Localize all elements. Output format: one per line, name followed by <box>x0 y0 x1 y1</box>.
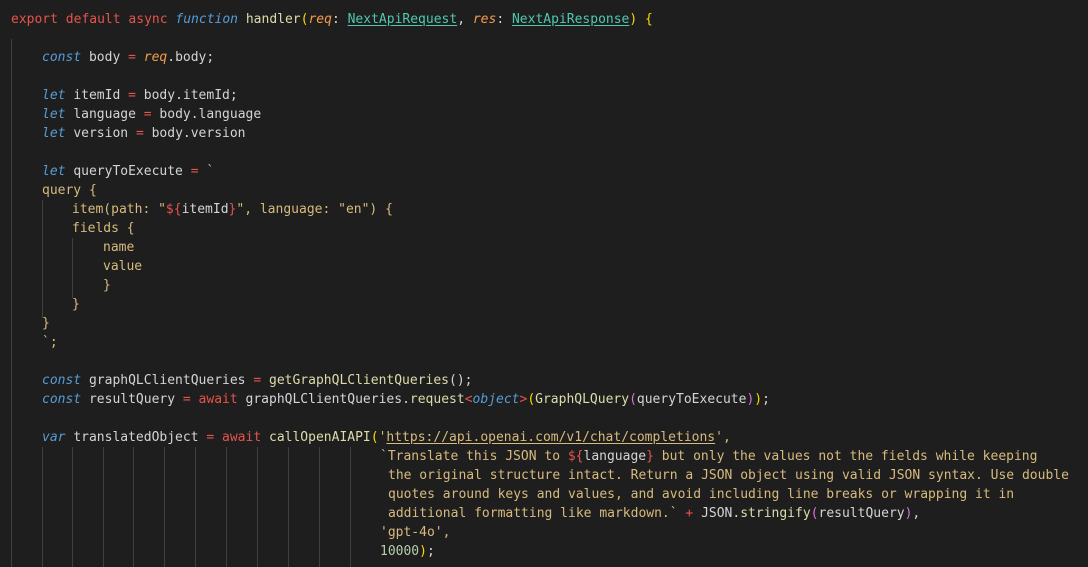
indent-guide <box>288 447 289 567</box>
indent-guide <box>257 447 258 567</box>
variable-body: body <box>88 50 121 65</box>
variable-querytoexecute: queryToExecute <box>73 164 183 179</box>
indent-guide <box>42 447 43 567</box>
type-request: NextApiRequest <box>347 12 458 27</box>
param-req-ref: req <box>143 50 168 65</box>
method-request: request <box>409 392 465 407</box>
code-line-20[interactable]: const graphQLClientQueries = getGraphQLC… <box>42 371 473 390</box>
code-line-11[interactable]: item(path: "${itemId}", language: "en") … <box>72 200 393 219</box>
code-line-28[interactable]: 'gpt-4o', <box>380 523 450 542</box>
code-line-18[interactable]: `; <box>42 333 58 352</box>
type-response: NextApiResponse <box>511 12 630 27</box>
variable-translatedobject: translatedObject <box>73 430 199 445</box>
expression: body.language <box>159 107 262 122</box>
keyword-const: const <box>42 373 82 388</box>
function-graphqlquery: GraphQLQuery <box>535 392 630 407</box>
code-line-15[interactable]: } <box>103 276 111 295</box>
code-line-14[interactable]: value <box>103 257 142 276</box>
keyword-await: await <box>222 430 262 445</box>
indent-guide <box>350 447 351 567</box>
keyword-let: let <box>42 126 66 141</box>
code-line-26[interactable]: quotes around keys and values, and avoid… <box>388 485 1014 504</box>
code-line-5[interactable]: let itemId = body.itemId; <box>42 86 238 105</box>
keyword-export: export <box>11 12 58 27</box>
variable-itemid: itemId <box>73 88 121 103</box>
indent-guide <box>72 238 73 298</box>
code-line-17[interactable]: } <box>42 314 50 333</box>
code-line-9[interactable]: let queryToExecute = ` <box>42 162 214 181</box>
code-line-25[interactable]: the original structure intact. Return a … <box>388 466 1069 485</box>
expression: body.version <box>151 126 246 141</box>
code-line-1[interactable]: export default async function handler(re… <box>11 10 653 29</box>
code-line-6[interactable]: let language = body.language <box>42 105 261 124</box>
param-res: res <box>472 12 497 27</box>
variable-version: version <box>73 126 129 141</box>
keyword-const: const <box>42 392 82 407</box>
expression: body.itemId; <box>143 88 238 103</box>
keyword-function: function <box>175 12 239 27</box>
keyword-const: const <box>42 50 82 65</box>
code-line-13[interactable]: name <box>103 238 134 257</box>
variable-graphqlclientqueries: graphQLClientQueries <box>88 373 246 388</box>
code-line-24[interactable]: `Translate this JSON to ${language} but … <box>380 447 1037 466</box>
code-line-12[interactable]: fields { <box>72 219 135 238</box>
code-line-7[interactable]: let version = body.version <box>42 124 246 143</box>
keyword-await: await <box>198 392 238 407</box>
code-line-3[interactable]: const body = req.body; <box>42 48 214 67</box>
code-editor[interactable]: export default async function handler(re… <box>0 0 1088 567</box>
param-req: req <box>308 12 332 27</box>
indent-guide <box>103 447 104 567</box>
template-tick: ` <box>206 164 215 179</box>
indent-guide <box>72 447 73 567</box>
variable-resultquery: resultQuery <box>88 392 176 407</box>
code-line-16[interactable]: } <box>72 295 80 314</box>
indent-guide <box>226 447 227 567</box>
url-string[interactable]: https://api.openai.com/v1/chat/completio… <box>386 430 715 445</box>
variable-language: language <box>73 107 136 122</box>
keyword-default: default <box>65 12 121 27</box>
indent-guide <box>164 447 165 567</box>
function-callopenaiapi: callOpenAIAPI <box>269 430 371 445</box>
function-call: getGraphQLClientQueries <box>269 373 450 388</box>
code-line-27[interactable]: additional formatting like markdown.` + … <box>388 504 920 523</box>
property-body: .body; <box>167 50 215 65</box>
indent-guide <box>11 39 12 567</box>
indent-guide <box>319 447 320 567</box>
indent-guide <box>133 447 134 567</box>
code-line-29[interactable]: 10000); <box>380 542 435 561</box>
keyword-let: let <box>42 88 66 103</box>
keyword-let: let <box>42 164 66 179</box>
indent-guide <box>42 200 43 318</box>
indent-guide <box>195 447 196 567</box>
code-line-21[interactable]: const resultQuery = await graphQLClientQ… <box>42 390 770 409</box>
keyword-let: let <box>42 107 66 122</box>
keyword-async: async <box>128 12 168 27</box>
code-line-23[interactable]: var translatedObject = await callOpenAIA… <box>42 428 731 447</box>
keyword-var: var <box>42 430 66 445</box>
code-line-10[interactable]: query { <box>42 181 97 200</box>
function-name: handler <box>245 12 301 27</box>
